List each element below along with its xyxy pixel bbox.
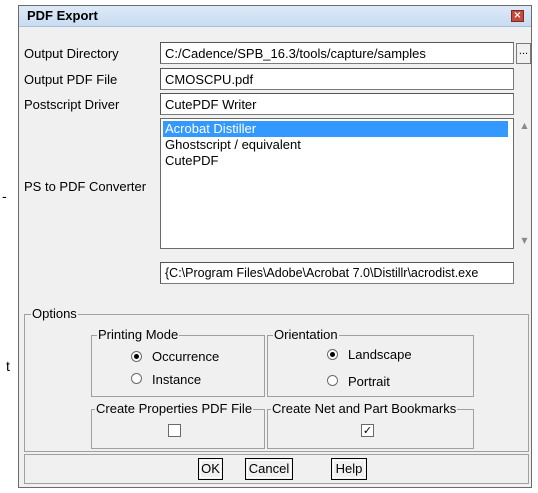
close-button[interactable]: × <box>511 10 524 22</box>
check-icon: ✓ <box>362 424 373 437</box>
dialog-title: PDF Export <box>27 8 98 23</box>
output-pdf-file-input[interactable]: CMOSCPU.pdf <box>160 68 514 90</box>
converter-option[interactable]: Acrobat Distiller <box>163 121 508 137</box>
ok-button[interactable]: OK <box>198 458 223 480</box>
close-icon: × <box>513 10 522 21</box>
occurrence-radio[interactable] <box>131 351 142 362</box>
postscript-driver-label: Postscript Driver <box>24 97 120 112</box>
orientation-legend: Orientation <box>273 327 339 342</box>
background-text-fragment: t <box>6 358 10 374</box>
converter-command-input[interactable]: {C:\Program Files\Adobe\Acrobat 7.0\Dist… <box>160 262 514 284</box>
converter-option[interactable]: Ghostscript / equivalent <box>163 137 508 153</box>
pdf-export-dialog: PDF Export × Output Directory C:/Cadence… <box>18 5 532 488</box>
listbox-scrollbar[interactable]: ▲ ▼ <box>518 118 531 249</box>
converter-option[interactable]: CutePDF <box>163 153 508 169</box>
landscape-radio[interactable] <box>327 349 338 360</box>
converter-listbox[interactable]: Acrobat Distiller Ghostscript / equivale… <box>160 118 514 249</box>
portrait-radio[interactable] <box>327 375 338 386</box>
instance-label: Instance <box>152 372 202 387</box>
output-directory-input[interactable]: C:/Cadence/SPB_16.3/tools/capture/sample… <box>160 42 514 64</box>
create-properties-checkbox[interactable] <box>168 424 181 437</box>
title-bar[interactable]: PDF Export × <box>19 6 531 27</box>
printing-mode-group <box>91 335 265 397</box>
scroll-up-icon[interactable]: ▲ <box>518 120 531 132</box>
create-properties-legend: Create Properties PDF File <box>95 401 254 416</box>
output-directory-label: Output Directory <box>24 46 119 61</box>
browse-directory-button[interactable]: ... <box>516 43 531 64</box>
create-bookmarks-legend: Create Net and Part Bookmarks <box>271 401 458 416</box>
cancel-button[interactable]: Cancel <box>245 458 293 480</box>
printing-mode-legend: Printing Mode <box>97 327 180 342</box>
postscript-driver-input[interactable]: CutePDF Writer <box>160 93 514 115</box>
ps-to-pdf-converter-label: PS to PDF Converter <box>24 179 147 194</box>
instance-radio[interactable] <box>131 373 142 384</box>
occurrence-label: Occurrence <box>152 349 220 364</box>
portrait-label: Portrait <box>348 374 390 389</box>
background-text-fragment: - <box>2 188 7 204</box>
scroll-down-icon[interactable]: ▼ <box>518 235 531 247</box>
options-legend: Options <box>31 306 78 321</box>
create-bookmarks-checkbox[interactable]: ✓ <box>361 424 374 437</box>
output-pdf-file-label: Output PDF File <box>24 72 118 87</box>
ellipsis-icon: ... <box>518 45 529 57</box>
landscape-label: Landscape <box>348 347 412 362</box>
help-button[interactable]: Help <box>331 458 367 480</box>
